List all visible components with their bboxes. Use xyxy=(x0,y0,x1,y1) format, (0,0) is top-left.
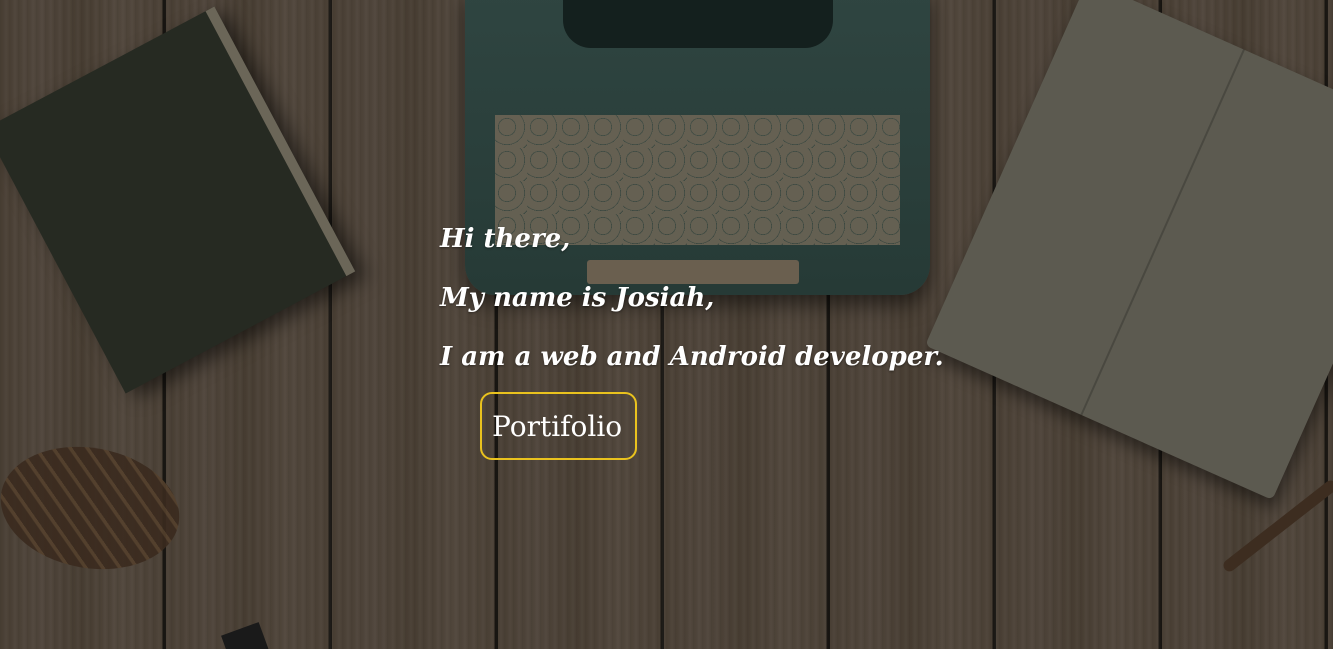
hero-section: Hi there, My name is Josiah, I am a web … xyxy=(0,0,1333,649)
background-stick xyxy=(1221,478,1333,574)
background-pen xyxy=(221,622,269,649)
background-pine-cone xyxy=(0,433,190,583)
background-book xyxy=(0,6,356,394)
intro-text: Hi there, My name is Josiah, I am a web … xyxy=(440,210,944,387)
name-line: My name is Josiah, xyxy=(440,283,715,313)
role-line: I am a web and Android developer. xyxy=(440,342,944,372)
portfolio-button[interactable]: Portifolio xyxy=(480,392,637,460)
typewriter-paper-slot xyxy=(563,0,833,48)
greeting-line: Hi there, xyxy=(440,224,571,254)
background-notebook xyxy=(925,0,1333,500)
